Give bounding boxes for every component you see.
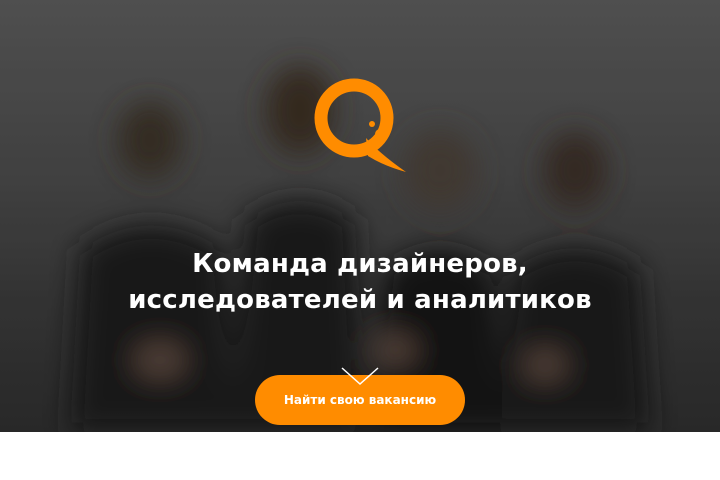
chevron-down-icon[interactable]	[340, 366, 380, 388]
qiwi-q-logo-icon	[314, 78, 406, 172]
headline-line-2: исследователей и аналитиков	[128, 285, 592, 315]
headline-line-1: Команда дизайнеров,	[192, 249, 528, 279]
content-below-hero	[0, 432, 720, 480]
hero-section: Команда дизайнеров, исследователей и ана…	[0, 0, 720, 432]
page-title: Команда дизайнеров, исследователей и ана…	[0, 246, 720, 318]
